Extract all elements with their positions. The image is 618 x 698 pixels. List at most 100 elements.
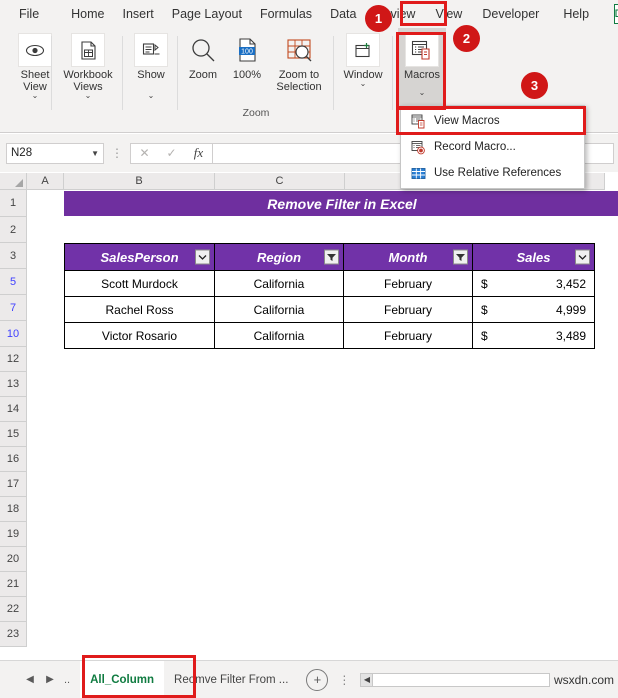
column-salesperson-label: SalesPerson [100, 249, 179, 265]
sheet-tab-remove-filter-from[interactable]: Reomve Filter From ... [164, 661, 298, 698]
select-all-corner[interactable] [0, 173, 27, 190]
row-header-10[interactable]: 10 [0, 321, 27, 347]
formula-bar-divider: ⋮ [111, 146, 123, 160]
row-header-3[interactable]: 3 [0, 243, 27, 269]
column-salesperson-header[interactable]: SalesPerson [65, 244, 215, 270]
new-window-icon [346, 33, 380, 67]
workbook-views-button[interactable]: Workbook Views [56, 28, 120, 93]
tab-formulas[interactable]: Formulas [251, 2, 321, 26]
row-header-18[interactable]: 18 [0, 497, 27, 522]
cell-salesperson[interactable]: Rachel Ross [65, 296, 215, 322]
nav-next-icon[interactable]: ▶ [40, 674, 60, 685]
row-header-12[interactable]: 12 [0, 347, 27, 372]
column-header-a[interactable]: A [27, 173, 64, 190]
window-button[interactable]: Window [337, 28, 389, 81]
row-header-16[interactable]: 16 [0, 447, 27, 472]
row-header-1[interactable]: 1 [0, 190, 27, 217]
table-row: Rachel Ross California February $ 4,999 [65, 296, 594, 322]
column-month-label: Month [388, 249, 428, 265]
show-button[interactable]: Show [126, 28, 176, 81]
row-header-21[interactable]: 21 [0, 572, 27, 597]
annotation-marker-1: 1 [365, 5, 392, 32]
cell-sales-currency: $ [481, 328, 488, 343]
cell-sales[interactable]: $ 4,999 [473, 296, 594, 322]
zoom-100-button[interactable]: 100 100% [225, 28, 269, 81]
tab-insert[interactable]: Insert [114, 2, 163, 26]
zoom-to-selection-icon [282, 33, 316, 67]
cell-month[interactable]: February [344, 322, 473, 348]
row-header-13[interactable]: 13 [0, 372, 27, 397]
macros-chevron-down-icon[interactable]: ⌄ [419, 88, 426, 97]
group-separator-1 [51, 36, 52, 110]
cell-salesperson[interactable]: Scott Murdock [65, 270, 215, 296]
row-header-14[interactable]: 14 [0, 397, 27, 422]
show-icon [134, 33, 168, 67]
row-header-7[interactable]: 7 [0, 295, 27, 321]
name-box[interactable]: N28 ▼ [6, 142, 104, 164]
zoom-button[interactable]: Zoom [181, 28, 225, 81]
tab-help[interactable]: Help [554, 2, 598, 26]
row-header-20[interactable]: 20 [0, 547, 27, 572]
zoom-to-selection-button[interactable]: Zoom to Selection [269, 28, 329, 93]
tab-data[interactable]: Data [321, 2, 365, 26]
menu-item-use-relative-references[interactable]: Use Relative References [401, 160, 584, 186]
cell-month[interactable]: February [344, 296, 473, 322]
cell-salesperson[interactable]: Victor Rosario [65, 322, 215, 348]
sales-filter-dropdown-icon[interactable] [575, 249, 590, 265]
vertical-dots-icon[interactable]: ⋮ [338, 673, 350, 687]
show-chevron-down-icon[interactable]: ⌄ [126, 91, 176, 100]
horizontal-scrollbar[interactable]: ◀ [360, 672, 550, 687]
cell-region[interactable]: California [215, 270, 344, 296]
cell-sales[interactable]: $ 3,452 [473, 270, 594, 296]
tab-developer[interactable]: Developer [473, 2, 548, 26]
macros-button[interactable]: Macros ⌄ [398, 28, 446, 106]
cancel-x-icon[interactable]: ✕ [131, 146, 158, 160]
plus-circle-icon[interactable]: + [306, 668, 329, 691]
month-filter-applied-icon[interactable] [453, 249, 468, 265]
region-filter-applied-icon[interactable] [324, 249, 339, 265]
row-header-5[interactable]: 5 [0, 269, 27, 295]
macros-dropdown-menu: View Macros Record Macro... Use Relative… [400, 105, 585, 189]
row-header-22[interactable]: 22 [0, 597, 27, 622]
column-header-c[interactable]: C [215, 173, 345, 190]
fx-icon[interactable]: fx [185, 145, 212, 161]
cell-region[interactable]: California [215, 296, 344, 322]
sheet-view-label-1: Sheet [20, 69, 50, 81]
cell-sales-currency: $ [481, 302, 488, 317]
enter-check-icon[interactable]: ✓ [158, 146, 185, 160]
row-header-17[interactable]: 17 [0, 472, 27, 497]
comment-icon[interactable] [614, 4, 618, 24]
sheet-tab-all-column[interactable]: All_Column [80, 660, 165, 698]
macros-label: Macros [403, 69, 441, 81]
row-header-23[interactable]: 23 [0, 622, 27, 647]
name-box-chevron-down-icon[interactable]: ▼ [91, 149, 99, 158]
annotation-marker-2: 2 [453, 25, 480, 52]
cell-month[interactable]: February [344, 270, 473, 296]
menu-item-record-macro-label: Record Macro... [434, 141, 516, 153]
column-header-b[interactable]: B [64, 173, 215, 190]
workbook-views-chevron-down-icon[interactable]: ⌄ [56, 91, 120, 100]
tab-home[interactable]: Home [62, 2, 113, 26]
column-sales-header[interactable]: Sales [473, 244, 594, 270]
cell-sales[interactable]: $ 3,489 [473, 322, 594, 348]
cell-sales-currency: $ [481, 276, 488, 291]
nav-prev-icon[interactable]: ◀ [20, 674, 40, 685]
ribbon-tab-bar: File Home Insert Page Layout Formulas Da… [0, 0, 618, 28]
sheet-nav-ellipsis[interactable]: .. [64, 674, 70, 686]
tab-view[interactable]: View [424, 2, 473, 26]
menu-item-record-macro[interactable]: Record Macro... [401, 134, 584, 160]
row-header-19[interactable]: 19 [0, 522, 27, 547]
menu-item-view-macros[interactable]: View Macros [401, 108, 584, 134]
row-header-2[interactable]: 2 [0, 217, 27, 243]
group-separator-5 [392, 36, 393, 110]
tab-page-layout[interactable]: Page Layout [163, 2, 251, 26]
table-row: Victor Rosario California February $ 3,4… [65, 322, 594, 348]
cell-sales-value: 3,489 [555, 328, 586, 343]
column-region-header[interactable]: Region [215, 244, 344, 270]
tab-file[interactable]: File [10, 2, 48, 26]
row-header-15[interactable]: 15 [0, 422, 27, 447]
scroll-left-icon[interactable]: ◀ [361, 673, 374, 686]
column-month-header[interactable]: Month [344, 244, 473, 270]
cell-region[interactable]: California [215, 322, 344, 348]
salesperson-filter-dropdown-icon[interactable] [195, 249, 210, 265]
